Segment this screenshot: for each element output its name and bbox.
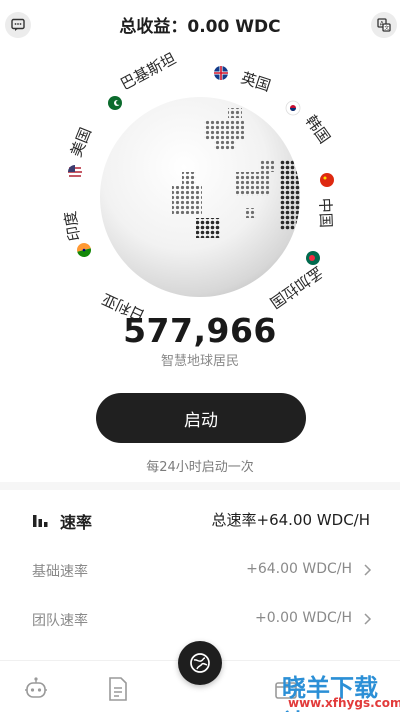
base-rate-value: +64.00 WDC/H [246,561,352,577]
country-label-uk: 英国 [239,69,273,95]
country-label-bangladesh: 孟加拉国 [267,263,326,312]
country-label-china: 中国 [316,198,335,229]
base-rate-row[interactable]: 基础速率 +64.00 WDC/H [0,550,400,590]
bar-chart-icon [32,512,50,532]
start-button[interactable]: 启动 [96,393,306,443]
watermark-logo: 晓羊下载站 www.xfhygs.com [282,668,400,712]
country-label-india: 印度 [61,210,84,243]
korea-flag-icon [285,100,301,116]
country-label-usa: 美国 [67,125,95,160]
china-flag-icon [320,173,334,187]
rate-total: 总速率+64.00 WDC/H [211,511,370,529]
chevron-right-icon [362,562,372,581]
usa-flag-icon [68,165,82,179]
header: 总收益：0.00 WDC A 文 [0,0,400,48]
translate-icon[interactable]: A 文 [371,12,397,38]
team-rate-value: +0.00 WDC/H [255,610,352,626]
rate-header: 速率 总速率+64.00 WDC/H [0,498,400,542]
robot-icon[interactable] [22,675,50,703]
section-divider [0,482,400,490]
globe-section: 巴基斯坦 英国 韩国 中国 孟加拉国 印度 美国 日利亚 [0,48,400,348]
svg-text:文: 文 [384,25,389,32]
bangladesh-flag-icon [306,251,320,265]
page-title: 总收益：0.00 WDC [119,17,281,37]
pakistan-flag-icon [108,96,122,110]
start-note: 每24小时启动一次 [146,460,254,475]
team-rate-label: 团队速率 [32,613,88,629]
base-rate-label: 基础速率 [32,564,88,580]
country-label-korea: 韩国 [302,112,334,147]
rate-title: 速率 [60,513,93,532]
team-rate-row[interactable]: 团队速率 +0.00 WDC/H [0,599,400,639]
watermark-url: www.xfhygs.com [288,696,400,710]
india-flag-icon [77,243,91,257]
resident-count-label: 智慧地球居民 [160,354,239,369]
chevron-right-icon [362,611,372,630]
resident-count: 577,966 [123,311,277,350]
uk-flag-icon [214,66,228,80]
globe-illustration[interactable]: 巴基斯坦 英国 韩国 中国 孟加拉国 印度 美国 日利亚 [0,48,400,348]
country-label-pakistan: 巴基斯坦 [117,49,178,93]
globe-icon[interactable] [178,641,222,685]
document-icon[interactable] [104,675,132,703]
